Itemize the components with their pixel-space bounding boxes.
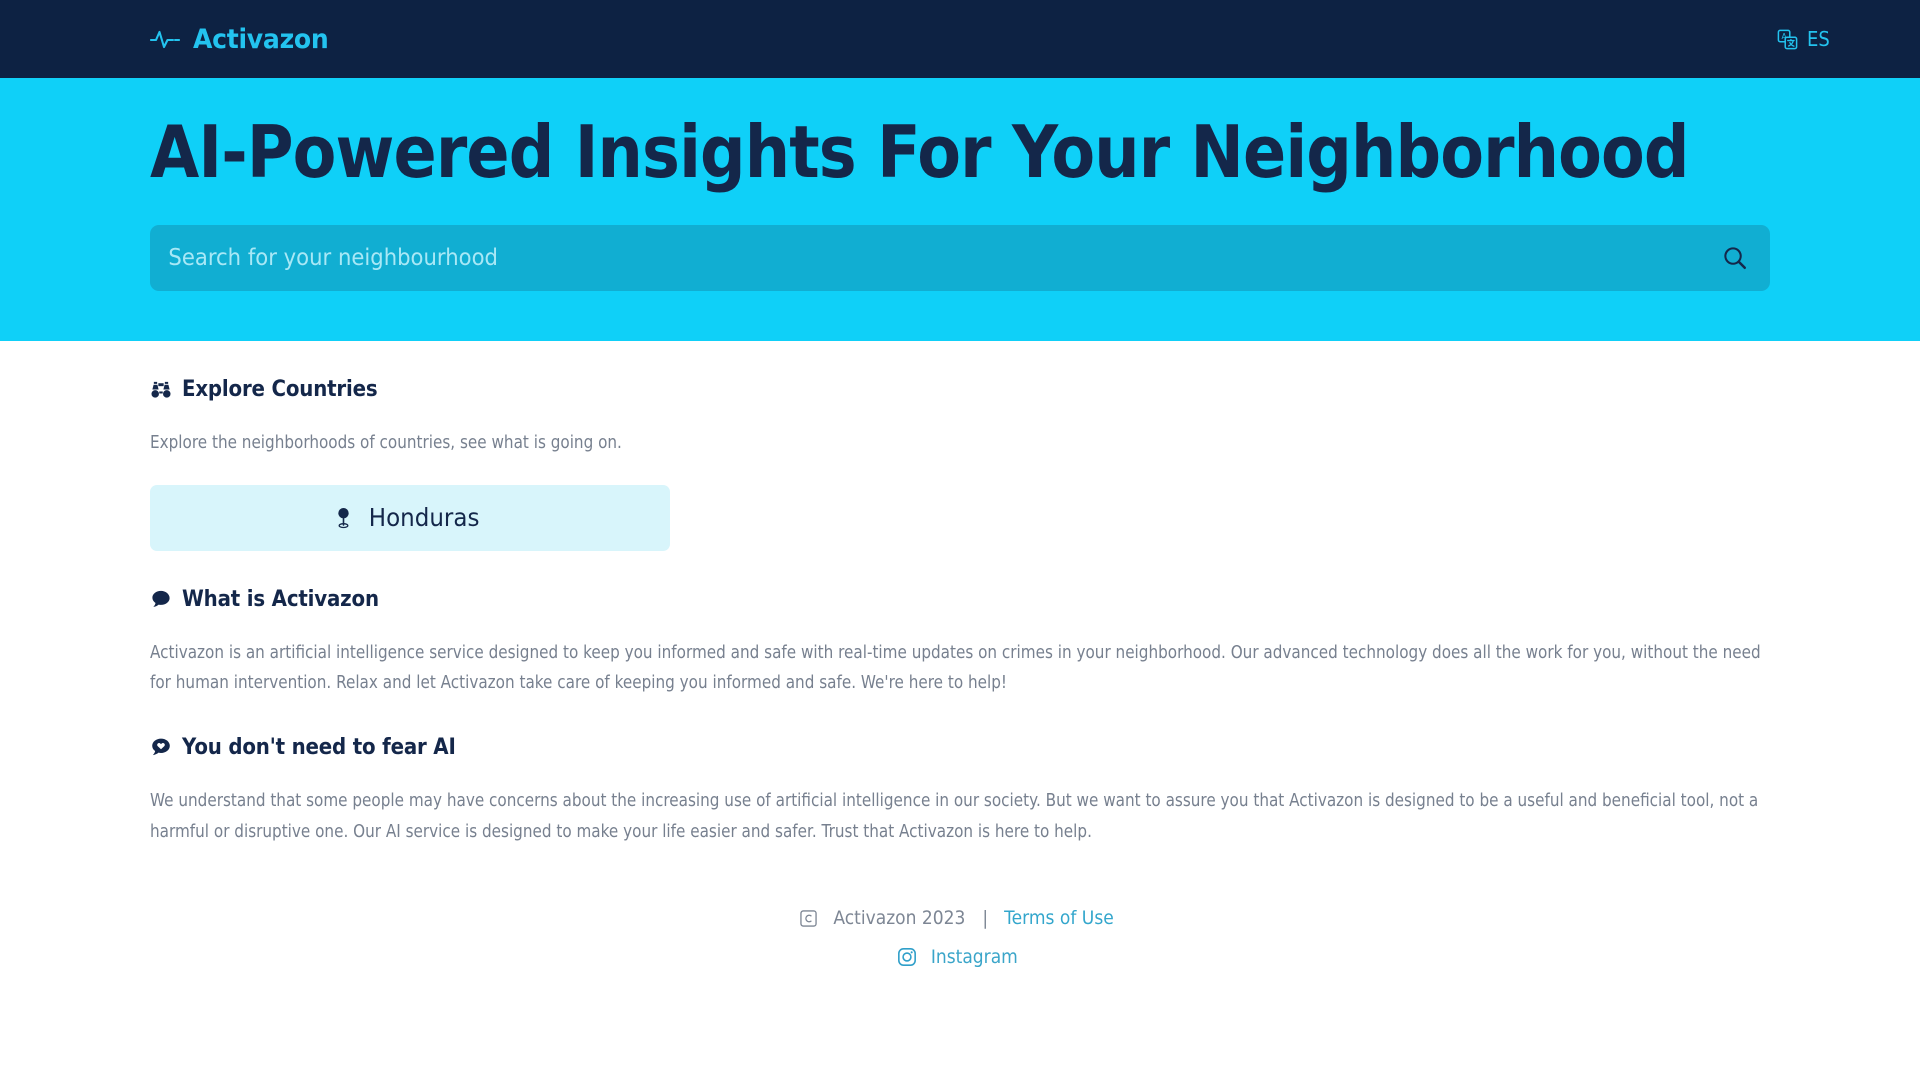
chat-bubble-icon xyxy=(150,588,172,610)
footer-separator: | xyxy=(982,907,989,930)
what-is-activazon-body: Activazon is an artificial intelligence … xyxy=(150,642,1761,694)
copyright-text: Activazon 2023 xyxy=(833,907,966,930)
main-content: Explore Countries Explore the neighborho… xyxy=(0,341,1920,968)
section-header-explore-countries: Explore Countries xyxy=(150,341,1770,402)
terms-of-use-link[interactable]: Terms of Use xyxy=(1004,907,1114,929)
language-label: ES xyxy=(1806,27,1830,51)
top-navigation-bar: Activazon A ES xyxy=(0,0,1920,78)
country-name: Honduras xyxy=(369,503,480,533)
brand-name: Activazon xyxy=(193,23,329,55)
brand-logo-link[interactable]: Activazon xyxy=(149,23,339,55)
section-title: You don't need to fear AI xyxy=(182,734,456,760)
search-button[interactable] xyxy=(1718,241,1752,275)
section-title: Explore Countries xyxy=(182,377,378,402)
binoculars-icon xyxy=(150,379,172,401)
search-icon xyxy=(1722,245,1748,271)
map-pin-icon xyxy=(335,507,352,529)
pulse-wave-icon xyxy=(149,28,181,50)
instagram-icon xyxy=(897,947,917,967)
language-switcher[interactable]: A ES xyxy=(1777,27,1832,51)
section-header-fear-ai: You don't need to fear AI xyxy=(150,699,1770,760)
country-card-list: Honduras xyxy=(150,459,1770,551)
chat-heart-icon xyxy=(150,736,172,758)
country-card-honduras[interactable]: Honduras xyxy=(150,484,670,551)
section-header-what-is-activazon: What is Activazon xyxy=(150,551,1770,612)
search-input[interactable] xyxy=(150,225,1641,291)
instagram-link[interactable]: Instagram xyxy=(897,946,1023,968)
hero-banner: AI-Powered Insights For Your Neighborhoo… xyxy=(0,78,1920,341)
search-bar xyxy=(150,225,1770,291)
footer-copyright-line: Activazon 2023 | Terms of Use xyxy=(150,907,1770,929)
fear-ai-body: We understand that some people may have … xyxy=(150,790,1759,842)
footer-social-line: Instagram xyxy=(150,946,1770,968)
translate-icon: A xyxy=(1777,29,1798,50)
explore-description: Explore the neighborhoods of countries, … xyxy=(150,433,622,453)
copyright-icon xyxy=(800,909,818,927)
instagram-label: Instagram xyxy=(930,946,1018,969)
page-footer: Activazon 2023 | Terms of Use Instagram xyxy=(150,847,1770,968)
page-title: AI-Powered Insights For Your Neighborhoo… xyxy=(150,110,1690,194)
section-title: What is Activazon xyxy=(182,586,379,612)
